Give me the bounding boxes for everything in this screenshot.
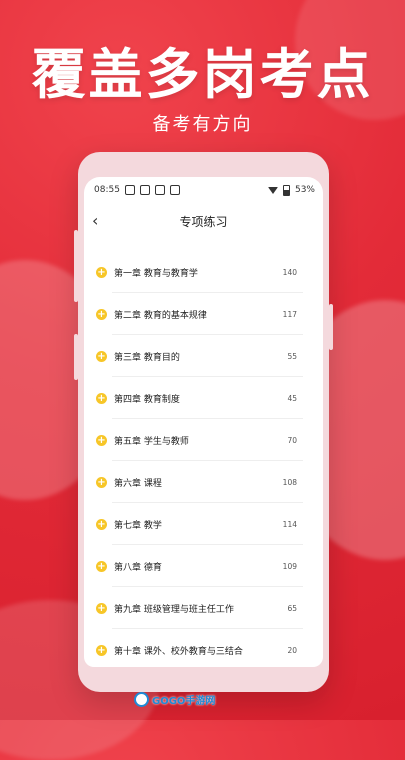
phone-side-button (329, 304, 333, 350)
plus-circle-icon: + (96, 602, 107, 614)
question-count: 140 (282, 267, 297, 277)
plus-circle-icon: + (96, 476, 107, 488)
list-item[interactable]: + 第五章 学生与教师 70 (84, 419, 323, 461)
question-count: 108 (282, 477, 297, 487)
plus-circle-icon: + (96, 392, 107, 404)
list-item[interactable]: + 第三章 教育目的 55 (84, 335, 323, 377)
chapter-label: 第三章 教育目的 (114, 352, 180, 363)
list-item[interactable]: + 第九章 班级管理与班主任工作 65 (84, 587, 323, 629)
app-notification-icon (154, 185, 165, 195)
chapter-label: 第六章 课程 (114, 478, 162, 489)
question-count: 65 (287, 603, 297, 613)
chapter-label: 第五章 学生与教师 (114, 436, 189, 447)
chapter-label: 第七章 教学 (114, 520, 162, 531)
list-item[interactable]: + 第一章 教育与教育学 140 (84, 251, 323, 293)
chapter-label: 第一章 教育与教育学 (114, 268, 198, 279)
watermark: GOGO手游网 (134, 692, 215, 707)
sim-icon (169, 185, 180, 195)
chapter-list: + 第一章 教育与教育学 140 + 第二章 教育的基本规律 117 + 第三章… (84, 251, 323, 667)
question-count: 20 (287, 645, 297, 655)
plus-circle-icon: + (96, 560, 107, 572)
title-bar: ‹ 专项练习 (84, 203, 323, 239)
chapter-label: 第四章 教育制度 (114, 394, 180, 405)
back-arrow-icon[interactable]: ‹ (92, 211, 98, 230)
status-bar: 08:55 53% (84, 177, 323, 203)
chapter-label: 第十章 课外、校外教育与三结合 (114, 646, 243, 657)
list-item[interactable]: + 第十章 课外、校外教育与三结合 20 (84, 629, 323, 667)
question-count: 45 (287, 393, 297, 403)
phone-side-button (74, 334, 78, 380)
notification-icon (124, 185, 135, 195)
list-item[interactable]: + 第六章 课程 108 (84, 461, 323, 503)
plus-circle-icon: + (96, 266, 107, 278)
plus-circle-icon: + (96, 308, 107, 320)
question-count: 117 (282, 309, 297, 319)
phone-side-button (74, 230, 78, 302)
headline: 覆盖多岗考点 (31, 43, 374, 106)
question-count: 114 (282, 519, 297, 529)
page-title: 专项练习 (179, 214, 228, 229)
wifi-icon (267, 186, 278, 194)
plus-circle-icon: + (96, 434, 107, 446)
phone-screen: 08:55 53% ‹ 专项练习 + 第一章 教育与教育学 140 + 第二章 … (84, 177, 323, 667)
list-item[interactable]: + 第四章 教育制度 45 (84, 377, 323, 419)
chapter-label: 第八章 德育 (114, 562, 162, 573)
plus-circle-icon: + (96, 518, 107, 530)
battery-percent: 53% (294, 185, 315, 195)
list-item[interactable]: + 第二章 教育的基本规律 117 (84, 293, 323, 335)
list-item[interactable]: + 第七章 教学 114 (84, 503, 323, 545)
watermark-text: GOGO手游网 (152, 696, 216, 707)
subhead: 备考有方向 (152, 114, 253, 135)
chapter-label: 第九章 班级管理与班主任工作 (114, 604, 234, 615)
phone-mockup: 08:55 53% ‹ 专项练习 + 第一章 教育与教育学 140 + 第二章 … (74, 152, 333, 692)
battery-icon (282, 184, 290, 196)
status-time: 08:55 (94, 185, 120, 195)
watermark-logo-icon (134, 692, 149, 707)
question-count: 55 (287, 351, 297, 361)
question-count: 109 (282, 561, 297, 571)
list-item[interactable]: + 第八章 德育 109 (84, 545, 323, 587)
question-count: 70 (287, 435, 297, 445)
message-icon (139, 185, 150, 195)
plus-circle-icon: + (96, 350, 107, 362)
chapter-label: 第二章 教育的基本规律 (114, 310, 207, 321)
plus-circle-icon: + (96, 644, 107, 656)
